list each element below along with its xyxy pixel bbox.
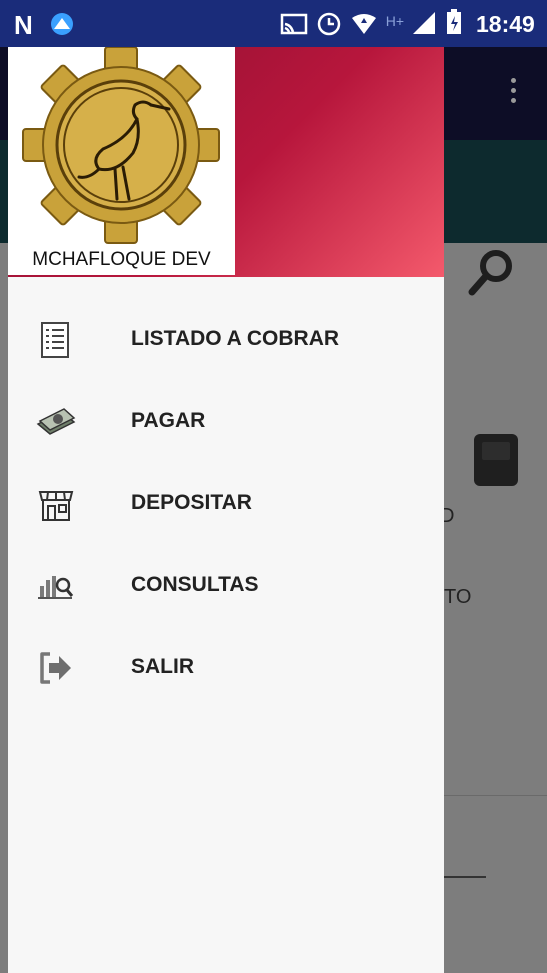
cast-icon <box>280 13 308 35</box>
menu-item-pagar[interactable]: PAGAR <box>8 387 444 457</box>
status-bar: N H+ 18:49 <box>0 0 547 47</box>
signal-bars-icon <box>413 12 436 34</box>
logo: MCHAFLOQUE DEV <box>8 47 235 275</box>
menu-item-listado-a-cobrar[interactable]: LISTADO A COBRAR <box>8 305 444 375</box>
navigation-app-icon <box>51 13 74 35</box>
navigation-drawer: MCHAFLOQUE DEV LISTADO A COBRAR PAGAR DE… <box>8 47 444 973</box>
menu-item-depositar[interactable]: DEPOSITAR <box>8 469 444 539</box>
money-icon <box>36 408 76 435</box>
menu-item-salir[interactable]: SALIR <box>8 633 444 703</box>
partial-text: TO <box>444 586 472 608</box>
more-options-icon[interactable] <box>509 78 519 110</box>
battery-icon <box>447 9 462 34</box>
status-time: 18:49 <box>476 11 535 37</box>
status-left-icons: N <box>14 10 76 41</box>
menu-item-label: LISTADO A COBRAR <box>131 327 340 350</box>
store-icon <box>38 491 74 521</box>
checklist-icon <box>41 322 69 358</box>
menu-item-label: CONSULTAS <box>131 573 259 596</box>
gear-heron-logo-icon <box>22 47 220 244</box>
input-underline <box>444 876 486 878</box>
search-icon[interactable] <box>466 248 516 298</box>
chart-search-icon <box>38 576 74 599</box>
divider <box>444 795 547 796</box>
n-app-icon: N <box>14 10 37 40</box>
drawer-header: MCHAFLOQUE DEV <box>8 47 444 277</box>
exit-icon <box>40 652 71 684</box>
menu-item-label: PAGAR <box>131 409 206 432</box>
menu-item-label: DEPOSITAR <box>131 491 252 514</box>
alarm-icon <box>317 12 341 36</box>
menu-item-consultas[interactable]: CONSULTAS <box>8 551 444 621</box>
logo-caption: MCHAFLOQUE DEV <box>32 249 211 270</box>
menu-item-label: SALIR <box>131 655 194 678</box>
vpn-icon <box>352 14 377 34</box>
status-right-icons: H+ <box>280 8 464 43</box>
device-icon <box>474 434 518 486</box>
signal-icon: H+ <box>385 13 404 29</box>
